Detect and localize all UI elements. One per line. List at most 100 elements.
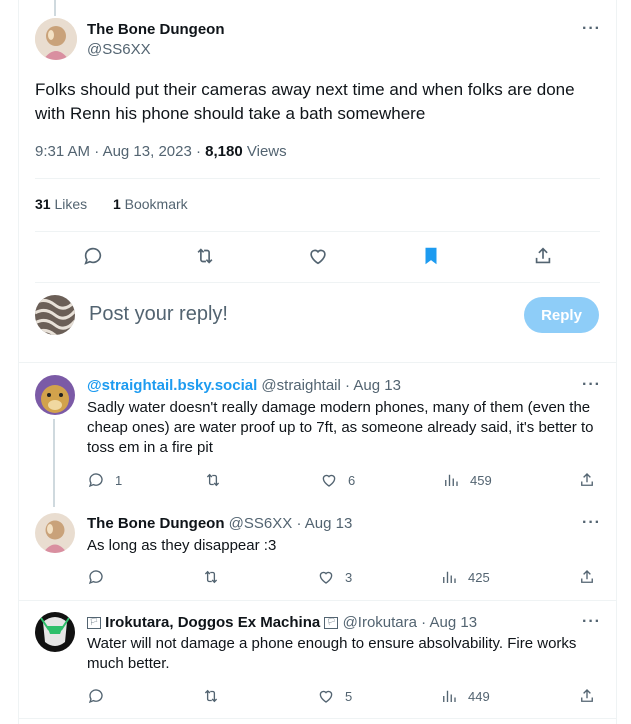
bookmarks-stat[interactable]: 1 Bookmark <box>113 196 188 212</box>
divider <box>35 282 600 283</box>
share-icon <box>581 689 593 702</box>
reply-icon <box>88 570 103 585</box>
reply-date[interactable]: Aug 13 <box>305 515 353 532</box>
share-icon <box>581 473 593 486</box>
reply-author-name[interactable]: @straightail.bsky.social <box>87 377 257 394</box>
divider <box>18 362 616 363</box>
more-options-icon[interactable]: ··· <box>582 514 601 532</box>
thread-connector-top <box>54 0 56 16</box>
thread-connector <box>53 419 55 507</box>
reply-author-name[interactable]: Irokutara, Doggos Ex Machina <box>105 614 320 631</box>
reply-header: 🏳 Irokutara, Doggos Ex Machina 🏳 @Irokut… <box>87 614 477 631</box>
reply-action[interactable]: 1 <box>87 470 122 490</box>
reply-author-handle[interactable]: @SS6XX <box>229 515 293 532</box>
author-handle[interactable]: @SS6XX <box>87 41 151 58</box>
avatar[interactable] <box>35 612 75 652</box>
divider <box>35 231 600 232</box>
views-action[interactable]: 449 <box>440 686 490 706</box>
retweet-action[interactable] <box>202 686 230 706</box>
likes-label: Likes <box>54 196 88 212</box>
retweet-icon[interactable] <box>194 245 216 267</box>
share-action[interactable] <box>578 470 606 490</box>
divider <box>18 718 616 719</box>
more-options-icon[interactable]: ··· <box>582 376 601 394</box>
retweet-icon <box>206 473 220 487</box>
flag-icon: 🏳 <box>324 617 339 630</box>
reply-author-handle[interactable]: @straightail <box>261 377 340 394</box>
more-options-icon[interactable]: ··· <box>582 613 601 631</box>
like-icon <box>322 474 336 487</box>
retweet-icon <box>204 689 218 703</box>
reply-action[interactable] <box>87 686 115 706</box>
share-action[interactable] <box>578 567 606 587</box>
views-icon <box>443 690 456 702</box>
divider <box>18 600 616 601</box>
meta-separator: · <box>345 377 351 394</box>
views-icon <box>443 571 456 583</box>
share-action[interactable] <box>578 686 606 706</box>
tweet-meta: 9:31 AM · Aug 13, 2023 · 8,180 Views <box>35 143 287 160</box>
reply-text: Water will not damage a phone enough to … <box>87 635 577 672</box>
retweet-action[interactable] <box>204 470 232 490</box>
tweet-time[interactable]: 9:31 AM <box>35 143 90 160</box>
views-action[interactable]: 459 <box>442 470 492 490</box>
tweet-date[interactable]: Aug 13, 2023 <box>103 143 192 160</box>
author-name[interactable]: The Bone Dungeon <box>87 21 225 38</box>
bookmarks-label: Bookmark <box>124 196 188 212</box>
bookmarks-count: 1 <box>112 196 121 212</box>
view-count: 449 <box>468 688 490 704</box>
reply-date[interactable]: Aug 13 <box>430 614 478 631</box>
like-action[interactable]: 6 <box>320 470 355 490</box>
reply-button[interactable]: Reply <box>524 297 599 333</box>
avatar[interactable] <box>35 375 75 415</box>
reply-author-name[interactable]: The Bone Dungeon <box>87 515 225 532</box>
views-count: 8,180 <box>205 143 243 160</box>
reply-count: 1 <box>115 472 123 488</box>
like-icon <box>319 690 333 703</box>
tweet-text: Folks should put their cameras away next… <box>35 80 575 123</box>
reply-icon[interactable] <box>82 245 104 267</box>
divider <box>35 178 600 179</box>
reply-author-handle[interactable]: @Irokutara <box>343 614 417 631</box>
like-count: 5 <box>345 688 353 704</box>
reply-header: The Bone Dungeon @SS6XX · Aug 13 <box>87 515 352 532</box>
like-count: 3 <box>345 569 353 585</box>
meta-separator: · <box>296 515 302 532</box>
bookmark-icon[interactable] <box>420 245 442 267</box>
tweet-stats: 31 Likes 1 Bookmark <box>35 196 188 212</box>
more-options-icon[interactable]: ··· <box>582 20 601 38</box>
meta-separator: · <box>94 143 100 160</box>
flag-left-emoji: 🏳 <box>89 619 99 627</box>
flag-icon: 🏳 <box>87 617 101 630</box>
avatar[interactable] <box>35 295 75 335</box>
like-action[interactable]: 5 <box>317 686 352 706</box>
reply-action[interactable] <box>87 567 115 587</box>
like-icon[interactable] <box>307 245 329 267</box>
share-icon[interactable] <box>532 245 554 267</box>
flag-right-emoji: 🏳 <box>326 619 336 627</box>
retweet-action[interactable] <box>202 567 230 587</box>
reply-date[interactable]: Aug 13 <box>353 377 401 394</box>
view-count: 459 <box>470 472 492 488</box>
reply-icon <box>88 473 103 488</box>
reply-icon <box>88 689 103 704</box>
view-count: 425 <box>468 569 490 585</box>
reply-text: Sadly water doesn't really damage modern… <box>87 399 594 456</box>
column-border-right <box>616 0 617 724</box>
like-count: 6 <box>348 472 356 488</box>
like-action[interactable]: 3 <box>317 567 352 587</box>
likes-count: 31 <box>35 196 51 212</box>
meta-separator: · <box>421 614 427 631</box>
avatar[interactable] <box>35 513 75 553</box>
tweet-thread-page: The Bone Dungeon @SS6XX ··· Folks should… <box>0 0 631 724</box>
avatar[interactable] <box>35 18 77 60</box>
likes-stat[interactable]: 31 Likes <box>35 196 87 212</box>
meta-separator: · <box>195 143 201 160</box>
views-action[interactable]: 425 <box>440 567 490 587</box>
share-icon <box>581 570 593 583</box>
like-icon <box>319 571 333 584</box>
views-icon <box>445 474 458 486</box>
reply-composer-input[interactable]: Post your reply! <box>89 303 228 326</box>
views-label: Views <box>246 143 287 160</box>
retweet-icon <box>204 570 218 584</box>
